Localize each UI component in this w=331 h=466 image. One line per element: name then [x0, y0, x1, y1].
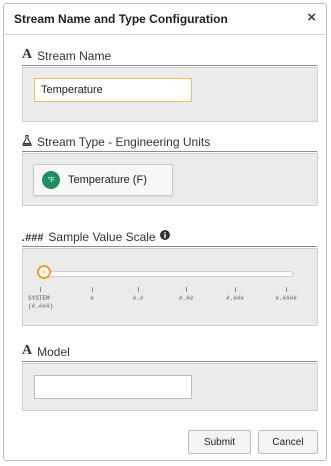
- tick-label: #.####: [275, 295, 297, 302]
- tick-label-text: SYSTEM: [28, 295, 50, 302]
- tick-mark: [286, 287, 287, 292]
- tick-mark: [186, 287, 187, 292]
- stream-type-button[interactable]: °F Temperature (F): [33, 164, 173, 196]
- dialog-title: Stream Name and Type Configuration: [14, 12, 228, 26]
- tick-label: #.##: [178, 295, 194, 302]
- scale-slider-track[interactable]: [43, 271, 293, 277]
- thermometer-icon: °F: [42, 171, 60, 189]
- stream-name-header: A Stream Name: [22, 47, 317, 66]
- close-icon[interactable]: ×: [307, 10, 316, 26]
- tick-label: #: [90, 295, 94, 302]
- tick-label: #.#: [132, 295, 144, 302]
- tick-mark: [92, 287, 93, 292]
- scale-label: Sample Value Scale: [48, 230, 156, 244]
- submit-button[interactable]: Submit: [188, 430, 251, 454]
- tick-label-system: SYSTEM (#.###): [28, 295, 53, 311]
- tick-label-subtext: (#.###): [28, 303, 54, 310]
- stream-name-panel: [22, 67, 318, 122]
- flask-icon: [22, 134, 32, 151]
- stream-type-header: Stream Type - Engineering Units: [22, 133, 317, 152]
- decimal-format-icon: .###: [22, 232, 44, 244]
- tick-mark: [138, 287, 139, 292]
- scale-panel: SYSTEM (#.###) # #.# #.## #.### #.####: [22, 248, 318, 326]
- text-icon: A: [22, 47, 33, 62]
- tick-mark: [40, 287, 41, 292]
- cancel-button[interactable]: Cancel: [258, 430, 318, 454]
- dialog-titlebar: Stream Name and Type Configuration ×: [4, 4, 326, 35]
- stream-name-input[interactable]: [34, 78, 192, 102]
- text-icon: A: [22, 343, 33, 358]
- scale-slider-handle[interactable]: [37, 265, 51, 279]
- tick-label: #.###: [225, 295, 245, 302]
- stream-type-label: Stream Type - Engineering Units: [37, 135, 211, 149]
- model-header: A Model: [22, 343, 317, 362]
- stream-type-panel: °F Temperature (F): [22, 153, 318, 206]
- tick-mark: [235, 287, 236, 292]
- info-icon[interactable]: [159, 229, 170, 246]
- model-input[interactable]: [34, 375, 192, 399]
- scale-header: .### Sample Value Scale: [22, 228, 317, 247]
- stream-config-dialog: Stream Name and Type Configuration × A S…: [3, 3, 327, 461]
- model-label: Model: [37, 345, 70, 359]
- stream-name-label: Stream Name: [37, 49, 112, 63]
- stream-type-selected-label: Temperature (F): [68, 174, 147, 186]
- model-panel: [22, 363, 318, 411]
